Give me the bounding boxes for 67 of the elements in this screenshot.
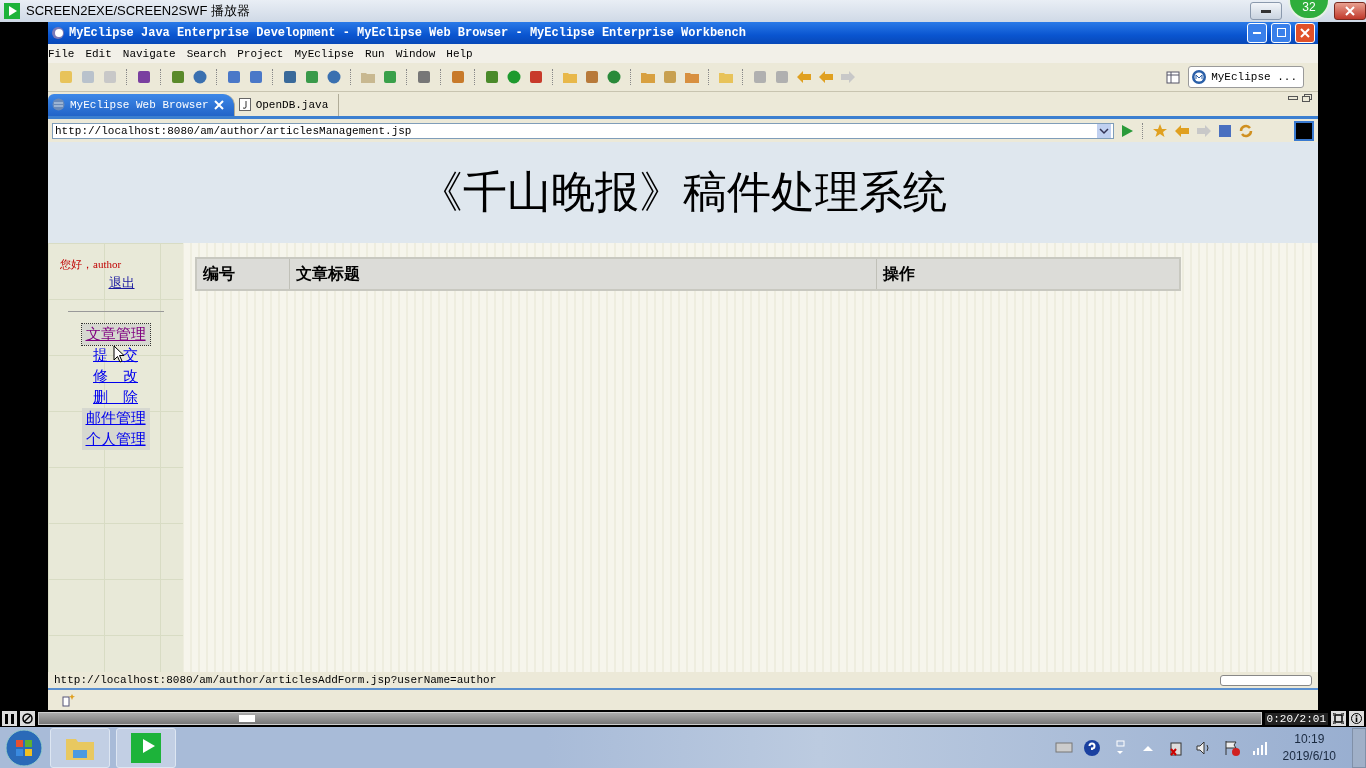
player-logo-icon [131, 732, 161, 763]
java-file-icon [238, 98, 251, 112]
eclipse-logo-icon [51, 25, 65, 40]
clock-date[interactable]: 2019/6/10 [1282, 747, 1336, 765]
maximize-button[interactable] [1271, 22, 1291, 43]
menu-item[interactable]: Run [364, 47, 385, 60]
editor-tab[interactable]: MyEclipse Web Browser [48, 93, 235, 116]
status-text: http://localhost:8080/am/author/articlesAddForm.jsp?userName=author [54, 674, 497, 687]
start-button[interactable] [4, 727, 44, 768]
page-heading: 《千山晚报》稿件处理系统 [419, 167, 947, 220]
fast-view-icon[interactable] [62, 693, 76, 708]
color-swatch[interactable] [1294, 120, 1314, 141]
restore-icon[interactable] [1302, 94, 1312, 103]
pause-button[interactable] [2, 711, 17, 726]
notification-badge: 32 [1288, 0, 1330, 20]
playback-time: 0:20/2:01 [1264, 712, 1328, 725]
menu-item[interactable]: File [48, 47, 75, 60]
nav-link[interactable]: 文章管理 [81, 324, 150, 346]
menu-item[interactable]: Navigate [122, 47, 176, 60]
clock-time[interactable]: 10:19 [1294, 730, 1325, 748]
mute-button[interactable] [20, 711, 35, 726]
open-perspective-icon[interactable] [1166, 69, 1183, 86]
stop-icon[interactable] [1218, 123, 1232, 138]
flag-icon[interactable] [1222, 738, 1241, 757]
star-icon[interactable] [1152, 122, 1168, 139]
minimize-button[interactable] [1250, 2, 1282, 20]
url-field[interactable]: http://localhost:8080/am/author/articlesManagement.jsp [52, 122, 1114, 139]
menu-item[interactable]: Project [237, 47, 284, 60]
minimize-icon [1261, 9, 1271, 13]
player-logo-icon [4, 3, 20, 19]
perspective-logo-icon [1191, 69, 1208, 86]
nav-link[interactable]: 个人管理 [81, 429, 150, 451]
seek-position[interactable] [238, 715, 255, 722]
fullscreen-button[interactable] [1331, 711, 1346, 726]
nav-link[interactable]: 提 交 [89, 345, 142, 367]
minimize-icon [1253, 31, 1261, 34]
editor-tab[interactable]: OpenDB.java [234, 93, 340, 116]
close-icon [1300, 27, 1310, 38]
info-button[interactable] [1349, 711, 1364, 726]
minimize-icon[interactable] [1288, 94, 1298, 103]
no-sign-icon [22, 713, 33, 724]
logout-link[interactable]: 退出 [104, 272, 139, 294]
menu-item[interactable]: Search [186, 47, 227, 60]
menu-item[interactable]: Help [446, 47, 473, 60]
pause-icon [5, 713, 14, 724]
menu-item[interactable]: MyEclipse [294, 47, 354, 60]
window-title: MyEclipse Java Enterprise Development - MyEclipse Web Browser - MyEclipse Enterprise Workbench [69, 25, 747, 40]
nav-link[interactable]: 修 改 [89, 366, 142, 388]
nav-link[interactable]: 删 除 [89, 387, 142, 409]
maximize-icon [1276, 28, 1286, 38]
nav-link[interactable]: 邮件管理 [81, 408, 150, 430]
play-icon[interactable] [1120, 123, 1134, 138]
help-icon[interactable] [1082, 738, 1101, 757]
close-icon[interactable] [213, 99, 224, 110]
info-icon [1351, 713, 1362, 724]
taskbar-app[interactable] [116, 727, 176, 768]
perspective-button[interactable]: MyEclipse ... [1188, 66, 1304, 89]
window-title: SCREEN2EXE/SCREEN2SWF 播放器 [26, 2, 250, 20]
greeting-text: 您好，author [60, 257, 122, 273]
close-icon [1345, 6, 1355, 16]
mouse-cursor-icon [113, 345, 125, 364]
dropdown-icon[interactable] [1097, 123, 1111, 138]
close-button[interactable] [1334, 2, 1366, 20]
menu-item[interactable]: Window [395, 47, 436, 60]
taskbar-app[interactable] [50, 727, 110, 768]
menu-item[interactable]: Edit [85, 47, 112, 60]
fullscreen-icon [1333, 713, 1344, 724]
